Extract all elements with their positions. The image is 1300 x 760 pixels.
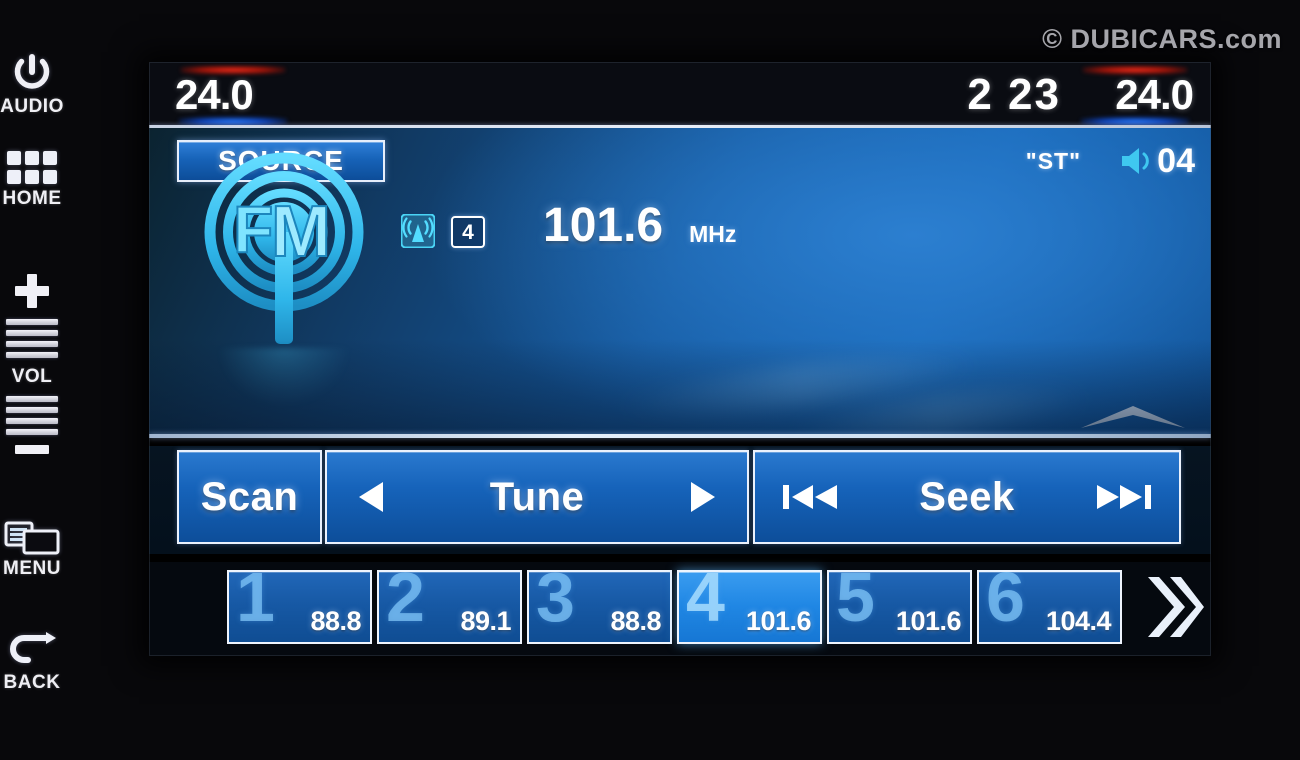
stereo-indicator: "ST": [1025, 148, 1081, 174]
volume-up-icon[interactable]: [9, 270, 55, 312]
svg-text:M: M: [271, 192, 331, 272]
preset-number: 5: [836, 570, 875, 636]
watermark: © DUBICARS.com: [1042, 24, 1282, 54]
preset-button-2[interactable]: 2 89.1: [377, 570, 522, 644]
lcd-screen: 24.0 2 23 24.0 SOURCE "ST" 04 F M 4 101.…: [149, 62, 1211, 656]
infotainment-screenshot: © DUBICARS.com AUDIO HOME VOL MENU BACK …: [0, 0, 1300, 760]
status-bar: 24.0 2 23 24.0: [149, 62, 1211, 128]
speaker-icon: [1122, 148, 1149, 174]
hardkey-back[interactable]: BACK: [0, 630, 80, 694]
radio-tower-icon: [401, 214, 435, 248]
preset-frequency: 89.1: [460, 606, 511, 636]
skip-back-icon[interactable]: [779, 480, 841, 514]
fm-radio-wave-icon: F M: [204, 152, 364, 344]
volume-rocker[interactable]: VOL: [0, 270, 80, 458]
skip-forward-icon[interactable]: [1093, 480, 1155, 514]
clock: 2 23: [967, 70, 1061, 119]
chevron-up-icon[interactable]: [1077, 402, 1189, 432]
driver-temperature[interactable]: 24.0: [175, 66, 291, 126]
volume-bars-bottom: [6, 396, 58, 435]
frequency-unit: MHz: [689, 221, 737, 247]
hardkey-column: AUDIO HOME VOL MENU BACK: [0, 0, 84, 760]
preset-frequency: 101.6: [745, 606, 812, 636]
driver-temp-value: 24.0: [175, 71, 254, 118]
preset-button-3[interactable]: 3 88.8: [527, 570, 672, 644]
triangle-right-icon[interactable]: [681, 480, 721, 514]
preset-number: 2: [386, 570, 425, 636]
preset-button-4[interactable]: 4 101.6: [677, 570, 822, 644]
preset-number: 1: [236, 570, 275, 636]
hardkey-home-label: HOME: [2, 188, 62, 209]
svg-text:F: F: [233, 192, 273, 266]
next-preset-page-button[interactable]: [1139, 570, 1207, 644]
preset-badge: 4: [451, 216, 485, 248]
display-divider: [149, 434, 1211, 438]
volume-label: VOL: [11, 366, 53, 387]
double-chevron-right-icon: [1148, 577, 1204, 637]
grid-icon: [7, 151, 57, 184]
station-info: 4 101.6 MHz: [401, 199, 737, 252]
scan-button[interactable]: Scan: [177, 450, 322, 544]
hardkey-back-label: BACK: [3, 672, 61, 693]
back-arrow-icon: [10, 632, 56, 663]
power-icon: [14, 54, 50, 89]
triangle-left-icon[interactable]: [353, 480, 393, 514]
logo-reflection: [219, 348, 349, 406]
screen-glare: [787, 377, 1091, 434]
passenger-temp-value: 24.0: [1115, 71, 1194, 118]
seek-control[interactable]: Seek: [753, 450, 1181, 544]
preset-frequency: 88.8: [310, 606, 361, 636]
control-button-row: Scan Tune Seek: [149, 446, 1211, 554]
hardkey-audio-label: AUDIO: [0, 96, 64, 117]
preset-button-6[interactable]: 6 104.4: [977, 570, 1122, 644]
preset-frequency: 88.8: [610, 606, 661, 636]
preset-badge-number: 4: [462, 220, 474, 244]
tune-control[interactable]: Tune: [325, 450, 749, 544]
volume-down-icon[interactable]: [9, 442, 55, 458]
volume-indicator: 04: [1119, 144, 1195, 178]
tune-label: Tune: [489, 474, 585, 519]
preset-number: 6: [986, 570, 1025, 636]
seek-label: Seek: [919, 474, 1015, 519]
volume-value: 04: [1157, 142, 1195, 180]
hardkey-menu-label: MENU: [3, 558, 61, 579]
preset-button-1[interactable]: 1 88.8: [227, 570, 372, 644]
hardkey-menu[interactable]: MENU: [0, 520, 80, 580]
preset-number: 4: [686, 570, 725, 636]
preset-frequency: 104.4: [1045, 606, 1112, 636]
preset-row: 1 88.8 2 89.1 3 88.8 4 101.6 5 101.6 6 1…: [149, 562, 1211, 656]
preset-frequency: 101.6: [895, 606, 962, 636]
fm-band-logo: F M: [197, 152, 372, 406]
screen-glare: [617, 344, 981, 428]
frequency-value: 101.6: [543, 199, 664, 252]
volume-bars-top: [6, 319, 58, 358]
menu-icon: [4, 521, 60, 555]
scan-button-label: Scan: [200, 474, 299, 519]
preset-number: 3: [536, 570, 575, 636]
passenger-temperature[interactable]: 24.0: [1077, 66, 1194, 126]
preset-button-5[interactable]: 5 101.6: [827, 570, 972, 644]
hardkey-audio[interactable]: AUDIO: [0, 52, 80, 118]
hardkey-home[interactable]: HOME: [0, 150, 80, 210]
radio-display-area: SOURCE "ST" 04 F M 4 101.6 MHz: [149, 128, 1211, 434]
